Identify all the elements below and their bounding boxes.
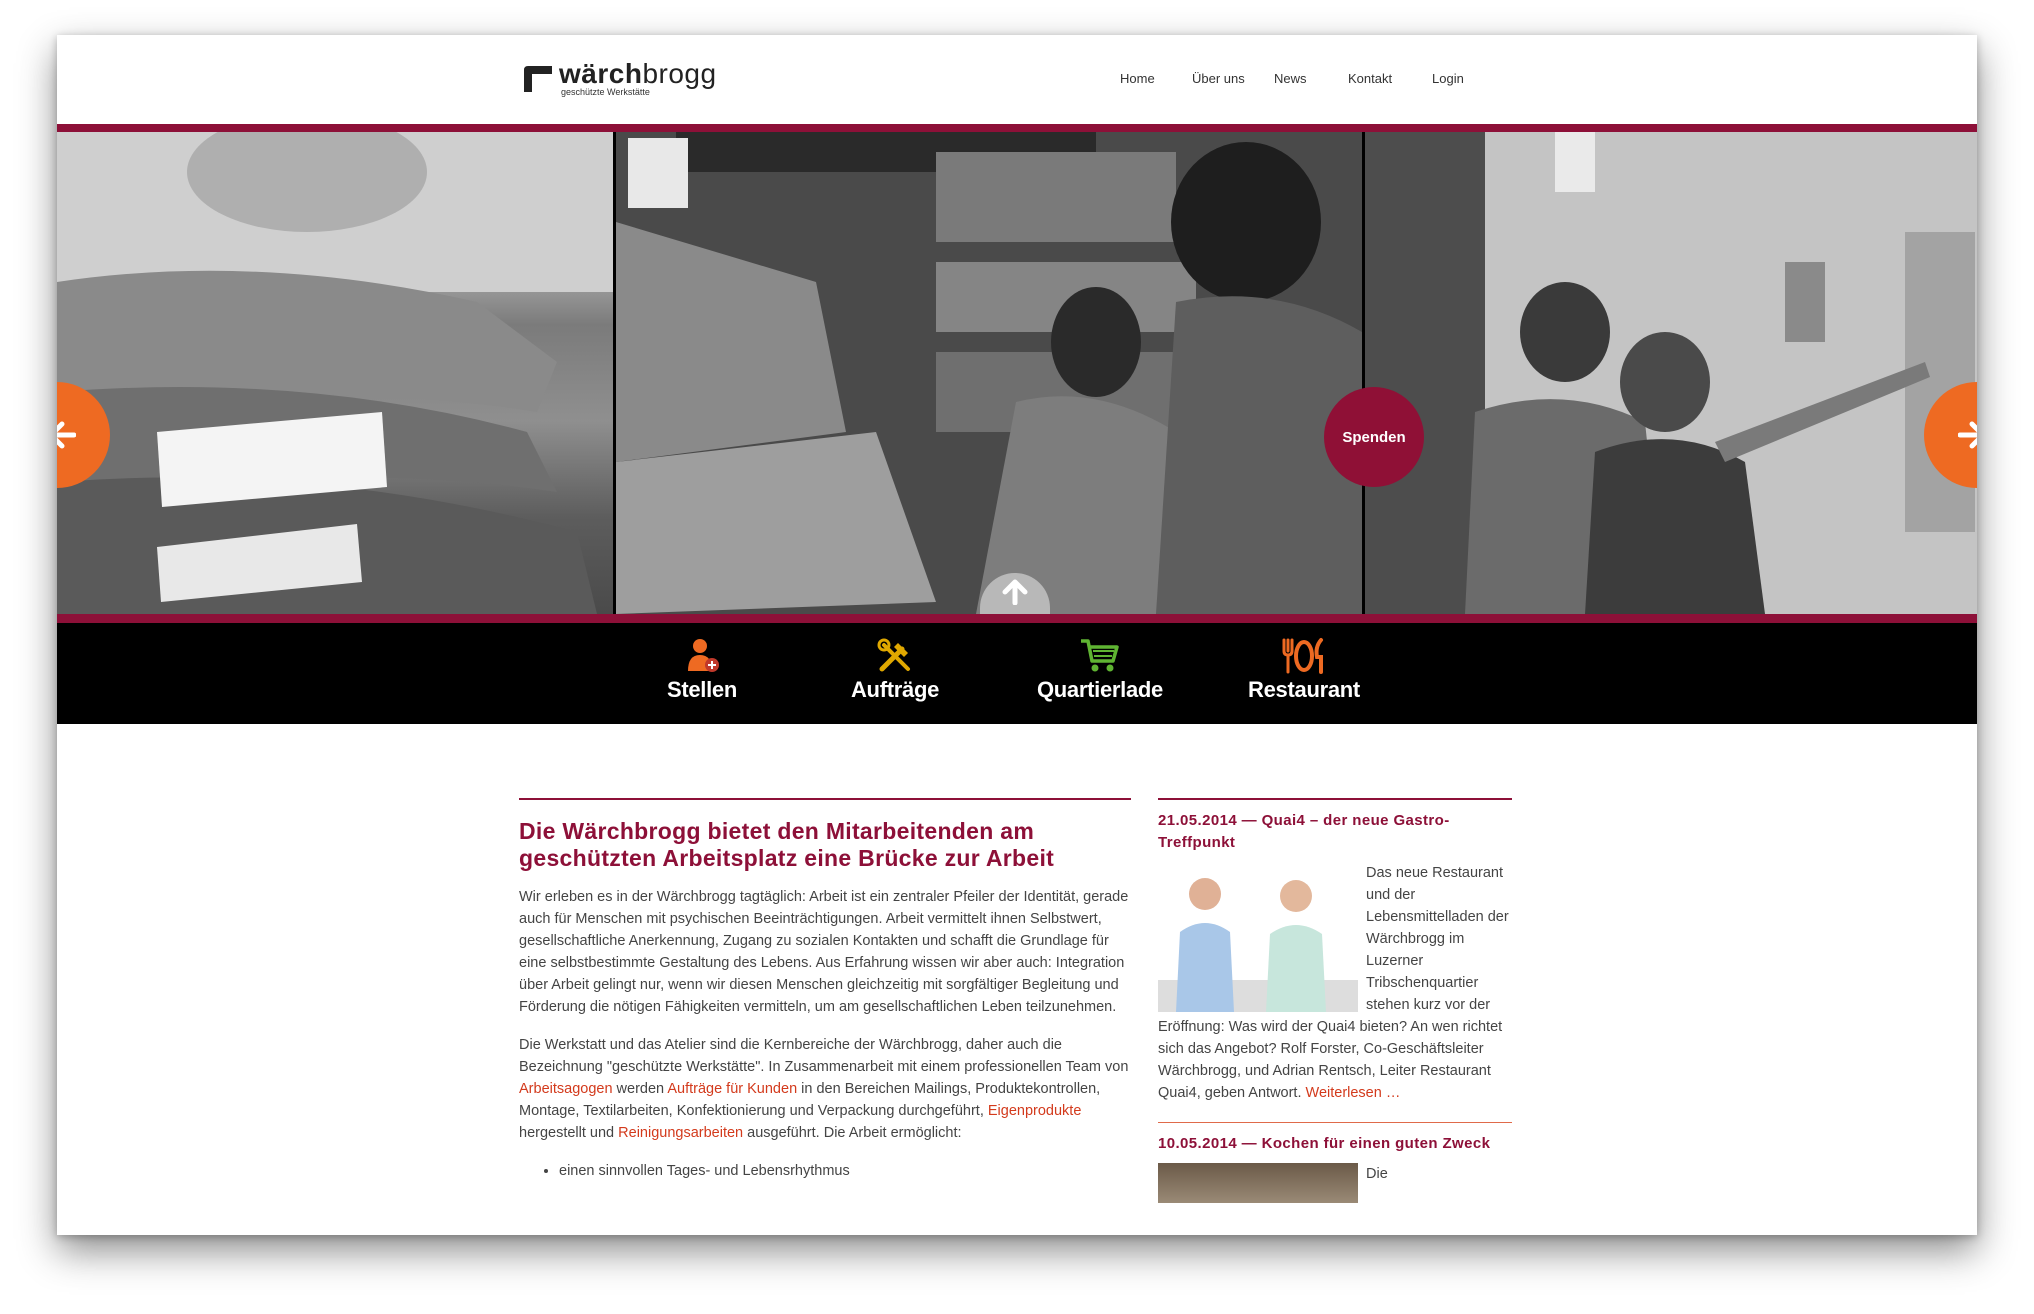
page-title: Die Wärchbrogg bietet den Mitarbeitenden… — [519, 818, 1055, 871]
arrow-right-icon — [1958, 421, 1977, 449]
link-arbeitsagogen[interactable]: Arbeitsagogen — [519, 1081, 613, 1097]
news-item: Die — [1158, 1163, 1512, 1203]
category-auftraege[interactable]: Aufträge — [810, 637, 980, 717]
arrow-up-icon — [1002, 579, 1028, 605]
nav-ueber-uns[interactable]: Über uns — [1192, 71, 1245, 86]
category-stellen[interactable]: Stellen — [617, 637, 787, 717]
logo-wordmark: wärchbrogg — [559, 58, 717, 89]
logo-mark-icon — [524, 66, 552, 92]
site-header: wärchbrogg geschützte Werkstätte Home Üb… — [57, 35, 1977, 124]
slide-photo-gallery — [1365, 132, 1977, 614]
category-label: Stellen — [666, 677, 738, 702]
category-bar: Stellen Aufträge Quartierlade Restaurant — [57, 627, 1977, 724]
link-reinigungsarbeiten[interactable]: Reinigungsarbeiten — [618, 1125, 743, 1141]
link-eigenprodukte[interactable]: Eigenprodukte — [988, 1103, 1082, 1119]
news-sidebar: 21.05.2014 — Quai4 – der neue Gastro-Tre… — [1158, 798, 1512, 1203]
nav-login[interactable]: Login — [1432, 71, 1464, 86]
section-divider — [1158, 1122, 1512, 1123]
slide-photo-cushions — [57, 132, 613, 614]
news-title[interactable]: 10.05.2014 — Kochen für einen guten Zwec… — [1158, 1133, 1512, 1155]
category-label: Quartierlade — [1036, 677, 1163, 702]
category-restaurant[interactable]: Restaurant — [1219, 637, 1389, 717]
category-label: Restaurant — [1248, 677, 1360, 702]
arrow-left-icon — [57, 421, 76, 449]
shopping-cart-icon — [1081, 639, 1119, 672]
news-image[interactable] — [1158, 1163, 1358, 1203]
logo-subtitle: geschützte Werkstätte — [561, 87, 650, 97]
nav-news[interactable]: News — [1274, 71, 1307, 86]
section-divider — [1158, 798, 1512, 800]
read-more-link[interactable]: Weiterlesen … — [1306, 1085, 1401, 1101]
nav-kontakt[interactable]: Kontakt — [1348, 71, 1392, 86]
main-content: Die Wärchbrogg bietet den Mitarbeitenden… — [519, 798, 1131, 1182]
news-item: Das neue Restaurant und der Lebensmittel… — [1158, 862, 1512, 1104]
cutlery-icon — [1282, 638, 1323, 674]
list-item: einen sinnvollen Tages- und Lebensrhythm… — [559, 1160, 1131, 1182]
section-divider — [519, 798, 1131, 800]
image-slider: Spenden — [57, 124, 1977, 627]
intro-paragraph: Wir erleben es in der Wärchbrogg tagtägl… — [519, 889, 1129, 1015]
browser-viewport: wärchbrogg geschützte Werkstätte Home Üb… — [57, 35, 1977, 1235]
news-title[interactable]: 21.05.2014 — Quai4 – der neue Gastro-Tre… — [1158, 810, 1512, 854]
body-paragraph: Die Werkstatt und das Atelier sind die K… — [519, 1037, 1129, 1141]
slider-top-band — [57, 124, 1977, 132]
news-image[interactable] — [1158, 862, 1358, 1012]
link-auftraege-kunden[interactable]: Aufträge für Kunden — [667, 1081, 797, 1097]
slide-photo-grocery — [616, 132, 1362, 614]
category-quartierlade[interactable]: Quartierlade — [1015, 637, 1185, 717]
nav-home[interactable]: Home — [1120, 71, 1155, 86]
benefits-list: einen sinnvollen Tages- und Lebensrhythm… — [519, 1160, 1131, 1182]
slider-bottom-band — [57, 614, 1977, 623]
site-logo[interactable]: wärchbrogg geschützte Werkstätte — [524, 58, 724, 104]
donate-button[interactable]: Spenden — [1324, 387, 1424, 487]
tools-icon — [877, 638, 910, 672]
person-add-icon — [688, 639, 719, 672]
category-label: Aufträge — [850, 677, 940, 702]
